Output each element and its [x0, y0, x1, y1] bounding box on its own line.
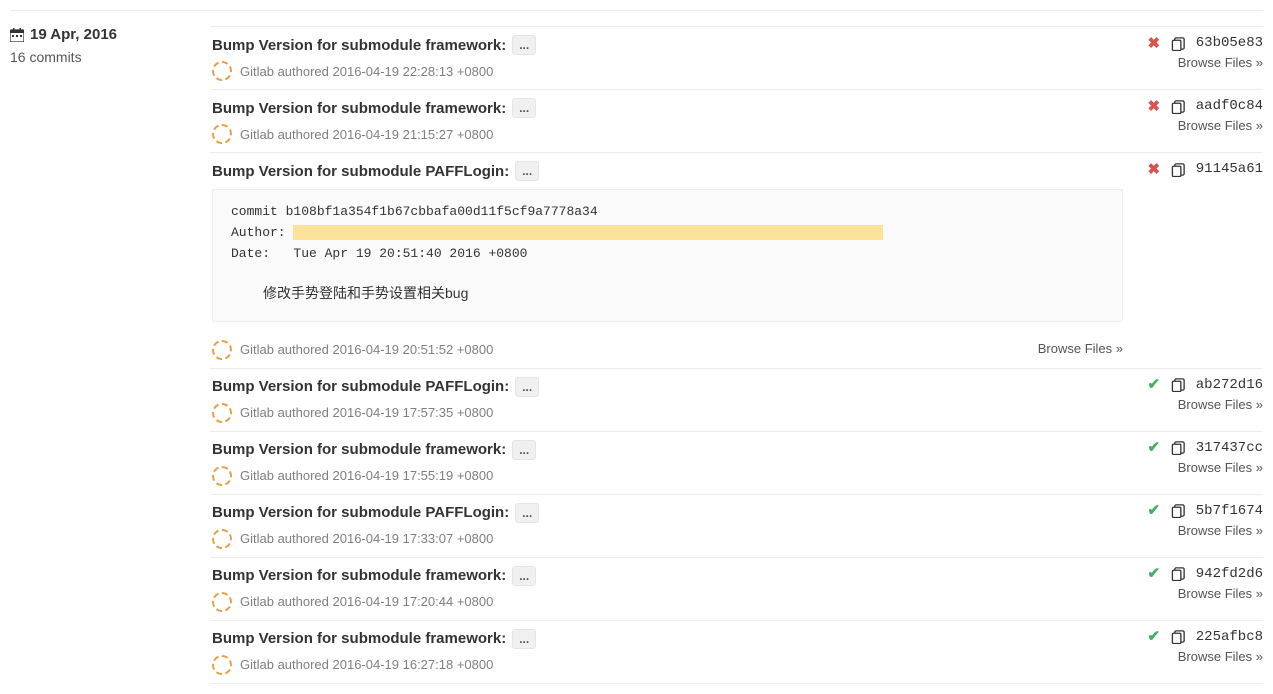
clipboard-icon[interactable]	[1171, 566, 1186, 581]
status-success-icon[interactable]: ✔	[1147, 504, 1161, 518]
authored-text: Gitlab authored 2016-04-19 17:20:44 +080…	[240, 594, 493, 609]
clipboard-icon[interactable]	[1171, 629, 1186, 644]
browse-files-link[interactable]: Browse Files »	[1178, 55, 1263, 70]
authored-text: Gitlab authored 2016-04-19 16:27:18 +080…	[240, 657, 493, 672]
commit-row: Bump Version for submodule PAFFLogin:...…	[210, 153, 1263, 369]
commit-title[interactable]: Bump Version for submodule framework:	[212, 630, 506, 647]
commit-title[interactable]: Bump Version for submodule framework:	[212, 441, 506, 458]
expanded-author-line: Author:	[231, 223, 1104, 244]
commit-title[interactable]: Bump Version for submodule framework:	[212, 567, 506, 584]
expand-button[interactable]: ...	[515, 161, 539, 181]
expand-button[interactable]: ...	[512, 440, 536, 460]
authored-text: Gitlab authored 2016-04-19 17:33:07 +080…	[240, 531, 493, 546]
clipboard-icon[interactable]	[1171, 99, 1186, 114]
avatar[interactable]	[212, 592, 232, 612]
authored-text: Gitlab authored 2016-04-19 22:28:13 +080…	[240, 64, 493, 79]
date-header: 19 Apr, 2016	[10, 26, 200, 43]
authored-text: Gitlab authored 2016-04-19 21:15:27 +080…	[240, 127, 493, 142]
status-success-icon[interactable]: ✔	[1147, 441, 1161, 455]
clipboard-icon[interactable]	[1171, 162, 1186, 177]
avatar[interactable]	[212, 529, 232, 549]
expand-button[interactable]: ...	[512, 98, 536, 118]
browse-files-link[interactable]: Browse Files »	[1038, 341, 1123, 356]
date-text: 19 Apr, 2016	[30, 26, 117, 43]
commit-sha[interactable]: 91145a61	[1196, 161, 1263, 177]
avatar[interactable]	[212, 466, 232, 486]
browse-files-link[interactable]: Browse Files »	[1178, 586, 1263, 601]
commit-count: 16 commits	[10, 49, 200, 65]
status-failed-icon[interactable]: ✖	[1147, 36, 1161, 50]
expand-button[interactable]: ...	[515, 503, 539, 523]
commit-sha[interactable]: ab272d16	[1196, 377, 1263, 393]
redacted-author	[293, 225, 883, 240]
authored-text: Gitlab authored 2016-04-19 20:51:52 +080…	[240, 342, 493, 357]
commit-title[interactable]: Bump Version for submodule framework:	[212, 37, 506, 54]
status-success-icon[interactable]: ✔	[1147, 567, 1161, 581]
status-success-icon[interactable]: ✔	[1147, 378, 1161, 392]
expanded-date-line: Date: Tue Apr 19 20:51:40 2016 +0800	[231, 244, 1104, 265]
clipboard-icon[interactable]	[1171, 503, 1186, 518]
commit-row: Bump Version for submodule framework:...…	[210, 558, 1263, 621]
commit-sha[interactable]: 225afbc8	[1196, 629, 1263, 645]
browse-files-link[interactable]: Browse Files »	[1178, 397, 1263, 412]
commit-title[interactable]: Bump Version for submodule PAFFLogin:	[212, 504, 509, 521]
clipboard-icon[interactable]	[1171, 440, 1186, 455]
commit-row: Bump Version for submodule PAFFLogin:...…	[210, 495, 1263, 558]
expand-button[interactable]: ...	[515, 377, 539, 397]
clipboard-icon[interactable]	[1171, 377, 1186, 392]
authored-text: Gitlab authored 2016-04-19 17:55:19 +080…	[240, 468, 493, 483]
status-failed-icon[interactable]: ✖	[1147, 162, 1161, 176]
avatar[interactable]	[212, 340, 232, 360]
commit-sha[interactable]: 942fd2d6	[1196, 566, 1263, 582]
commit-row: Bump Version for submodule PAFFLogin:...…	[210, 369, 1263, 432]
status-success-icon[interactable]: ✔	[1147, 630, 1161, 644]
clipboard-icon[interactable]	[1171, 36, 1186, 51]
avatar[interactable]	[212, 403, 232, 423]
commit-sha[interactable]: 63b05e83	[1196, 35, 1263, 51]
commit-sha[interactable]: 317437cc	[1196, 440, 1263, 456]
commit-row: Bump Version for submodule framework:...…	[210, 90, 1263, 153]
commit-row: Bump Version for submodule framework:...…	[210, 621, 1263, 684]
commit-row: Bump Version for submodule framework:...…	[210, 432, 1263, 495]
avatar[interactable]	[212, 124, 232, 144]
avatar[interactable]	[212, 61, 232, 81]
calendar-icon	[10, 28, 24, 42]
commit-sha[interactable]: 5b7f1674	[1196, 503, 1263, 519]
commit-title[interactable]: Bump Version for submodule PAFFLogin:	[212, 378, 509, 395]
expand-button[interactable]: ...	[512, 566, 536, 586]
commit-title[interactable]: Bump Version for submodule PAFFLogin:	[212, 163, 509, 180]
expand-button[interactable]: ...	[512, 35, 536, 55]
status-failed-icon[interactable]: ✖	[1147, 99, 1161, 113]
expanded-sha-line: commit b108bf1a354f1b67cbbafa00d11f5cf9a…	[231, 202, 1104, 223]
commit-title[interactable]: Bump Version for submodule framework:	[212, 100, 506, 117]
commit-expanded: commit b108bf1a354f1b67cbbafa00d11f5cf9a…	[212, 189, 1123, 322]
commit-row: Bump Version for submodule framework:...…	[210, 27, 1263, 90]
browse-files-link[interactable]: Browse Files »	[1178, 460, 1263, 475]
authored-text: Gitlab authored 2016-04-19 17:57:35 +080…	[240, 405, 493, 420]
browse-files-link[interactable]: Browse Files »	[1178, 649, 1263, 664]
expanded-message: 修改手势登陆和手势设置相关bug	[231, 282, 1104, 304]
browse-files-link[interactable]: Browse Files »	[1178, 523, 1263, 538]
commit-sha[interactable]: aadf0c84	[1196, 98, 1263, 114]
expand-button[interactable]: ...	[512, 629, 536, 649]
browse-files-link[interactable]: Browse Files »	[1178, 118, 1263, 133]
